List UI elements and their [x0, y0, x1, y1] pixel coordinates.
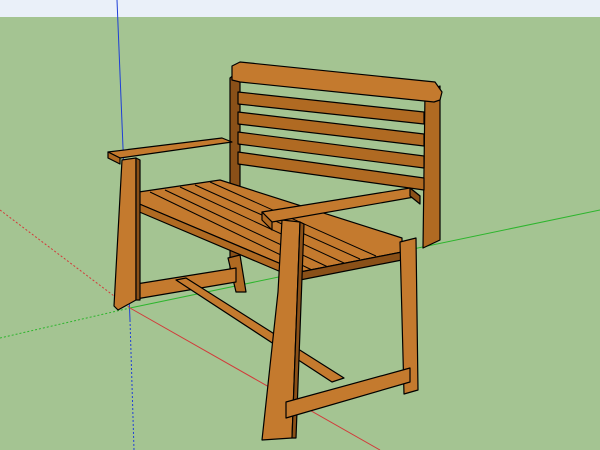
front-left-leg-side — [135, 157, 141, 301]
modeling-viewport[interactable] — [0, 0, 600, 450]
sky-background — [0, 0, 600, 17]
3d-scene[interactable] — [0, 0, 600, 450]
back-right-post — [422, 85, 441, 249]
